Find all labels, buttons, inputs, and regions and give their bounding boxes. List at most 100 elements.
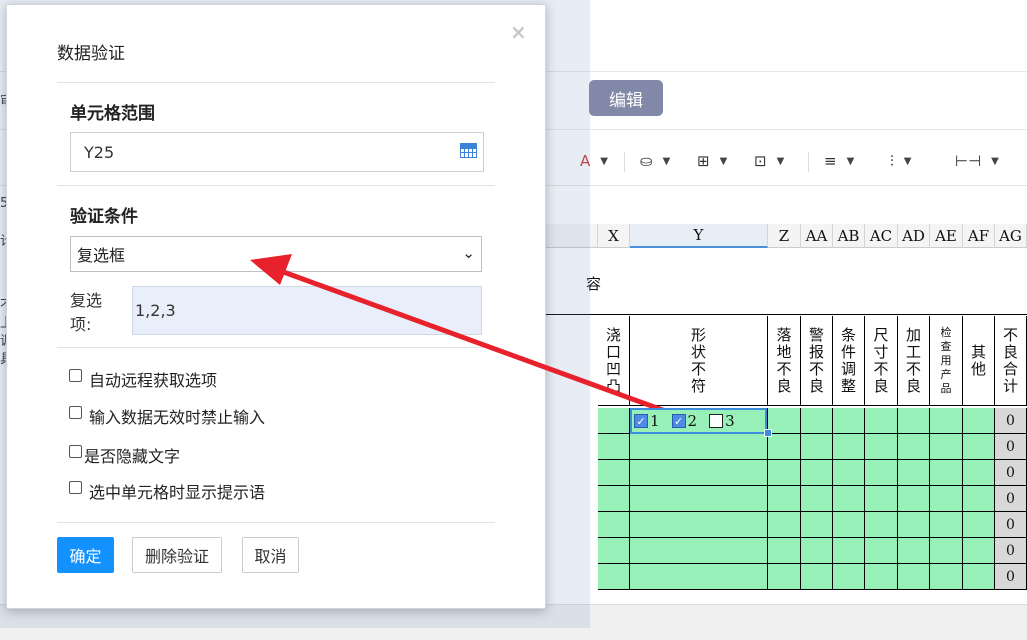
data-cell[interactable] xyxy=(898,408,930,434)
data-cell[interactable] xyxy=(801,512,833,538)
data-cell[interactable] xyxy=(768,460,801,486)
data-cell[interactable] xyxy=(833,434,865,460)
column-header[interactable]: AF xyxy=(963,224,995,248)
header-cell[interactable]: 落地不良 xyxy=(768,316,801,406)
show-tip-checkbox[interactable]: 选中单元格时显示提示语 xyxy=(69,479,265,503)
data-cell[interactable] xyxy=(598,564,630,590)
data-cell[interactable] xyxy=(630,538,768,564)
delete-validation-button[interactable]: 删除验证 xyxy=(132,537,222,573)
data-cell[interactable] xyxy=(598,408,630,434)
remote-options-checkbox[interactable]: 自动远程获取选项 xyxy=(69,367,217,391)
vertical-align-tool[interactable]: ⫶ ▼ xyxy=(890,150,911,172)
header-cell[interactable]: 尺寸不良 xyxy=(865,316,898,406)
data-cell[interactable] xyxy=(801,538,833,564)
total-cell[interactable]: 0 xyxy=(995,408,1027,434)
hide-text-checkbox[interactable]: 是否隐藏文字 xyxy=(69,443,180,467)
data-cell[interactable] xyxy=(930,460,963,486)
reject-invalid-checkbox[interactable]: 输入数据无效时禁止输入 xyxy=(69,404,265,428)
header-cell[interactable]: 形状不符 xyxy=(630,316,768,406)
data-cell[interactable] xyxy=(630,460,768,486)
close-icon[interactable]: × xyxy=(510,20,527,44)
text-wrap-tool[interactable]: ⊢⊣ ▼ xyxy=(955,150,999,172)
header-cell[interactable]: 条件调整 xyxy=(833,316,865,406)
data-cell[interactable] xyxy=(930,434,963,460)
data-cell[interactable] xyxy=(930,538,963,564)
data-cell[interactable] xyxy=(865,512,898,538)
cell-range-input[interactable]: Y25 xyxy=(70,132,484,172)
column-header[interactable]: AA xyxy=(801,224,833,248)
data-cell[interactable] xyxy=(598,434,630,460)
edit-button[interactable]: 编辑 xyxy=(589,80,663,116)
data-cell[interactable] xyxy=(598,486,630,512)
total-cell[interactable]: 0 xyxy=(995,538,1027,564)
column-header[interactable]: AE xyxy=(930,224,963,248)
data-cell[interactable] xyxy=(833,460,865,486)
data-cell[interactable] xyxy=(630,486,768,512)
data-cell[interactable] xyxy=(930,512,963,538)
fill-handle[interactable] xyxy=(764,429,772,437)
data-cell[interactable] xyxy=(930,486,963,512)
header-cell[interactable]: 警报不良 xyxy=(801,316,833,406)
column-header-selected[interactable]: Y xyxy=(630,224,768,248)
header-cell[interactable]: 加工不良 xyxy=(898,316,930,406)
data-cell[interactable] xyxy=(801,408,833,434)
data-cell[interactable] xyxy=(963,460,995,486)
confirm-button[interactable]: 确定 xyxy=(57,537,114,573)
total-cell[interactable]: 0 xyxy=(995,564,1027,590)
data-cell[interactable] xyxy=(898,460,930,486)
data-cell[interactable] xyxy=(963,538,995,564)
column-header[interactable]: Z xyxy=(768,224,801,248)
data-cell[interactable] xyxy=(865,564,898,590)
data-cell[interactable] xyxy=(801,486,833,512)
data-cell[interactable] xyxy=(963,486,995,512)
align-left-tool[interactable]: ≡ ▼ xyxy=(824,150,854,172)
data-cell[interactable] xyxy=(801,460,833,486)
data-cell[interactable] xyxy=(963,564,995,590)
border-tool[interactable]: ⊞ ▼ xyxy=(697,150,727,172)
data-cell[interactable] xyxy=(768,486,801,512)
table-select-icon[interactable] xyxy=(460,143,477,158)
data-cell[interactable] xyxy=(930,564,963,590)
cancel-button[interactable]: 取消 xyxy=(242,537,299,573)
data-cell[interactable] xyxy=(898,512,930,538)
data-cell[interactable] xyxy=(898,434,930,460)
column-header[interactable]: AG xyxy=(995,224,1027,248)
data-cell[interactable] xyxy=(630,434,768,460)
data-cell[interactable] xyxy=(630,564,768,590)
cell-checkbox-option[interactable]: ✓ 2 xyxy=(671,412,697,430)
header-cell[interactable]: 不良合计 xyxy=(995,316,1027,406)
column-header[interactable]: X xyxy=(598,224,630,248)
column-header[interactable]: AD xyxy=(898,224,930,248)
data-cell[interactable] xyxy=(801,564,833,590)
data-cell[interactable] xyxy=(898,564,930,590)
data-cell[interactable] xyxy=(598,538,630,564)
data-cell[interactable] xyxy=(833,408,865,434)
total-cell[interactable]: 0 xyxy=(995,512,1027,538)
data-cell[interactable] xyxy=(898,486,930,512)
data-cell[interactable] xyxy=(865,408,898,434)
selected-checkbox-cell[interactable]: ✓ 1 ✓ 2 3 xyxy=(630,408,767,434)
cell-checkbox-option[interactable]: 3 xyxy=(709,412,735,430)
data-cell[interactable] xyxy=(865,486,898,512)
data-cell[interactable] xyxy=(768,564,801,590)
data-cell[interactable] xyxy=(865,460,898,486)
data-cell[interactable] xyxy=(768,538,801,564)
data-cell[interactable] xyxy=(833,512,865,538)
header-cell[interactable]: 其他 xyxy=(963,316,995,406)
column-header[interactable]: AC xyxy=(865,224,898,248)
data-cell[interactable] xyxy=(768,434,801,460)
data-cell[interactable] xyxy=(963,434,995,460)
data-cell[interactable] xyxy=(963,512,995,538)
fill-color-tool[interactable]: ⛀ ▼ xyxy=(640,150,670,172)
data-cell[interactable] xyxy=(930,408,963,434)
data-cell[interactable] xyxy=(833,538,865,564)
total-cell[interactable]: 0 xyxy=(995,486,1027,512)
header-cell[interactable]: 检查用产品 xyxy=(930,316,963,406)
data-cell[interactable] xyxy=(898,538,930,564)
header-cell[interactable]: 浇口凹凸 xyxy=(598,316,630,406)
data-cell[interactable] xyxy=(598,512,630,538)
data-cell[interactable] xyxy=(768,408,801,434)
column-header[interactable]: AB xyxy=(833,224,865,248)
data-cell[interactable] xyxy=(963,408,995,434)
condition-type-select[interactable]: 复选框 ⌄ xyxy=(70,236,482,272)
